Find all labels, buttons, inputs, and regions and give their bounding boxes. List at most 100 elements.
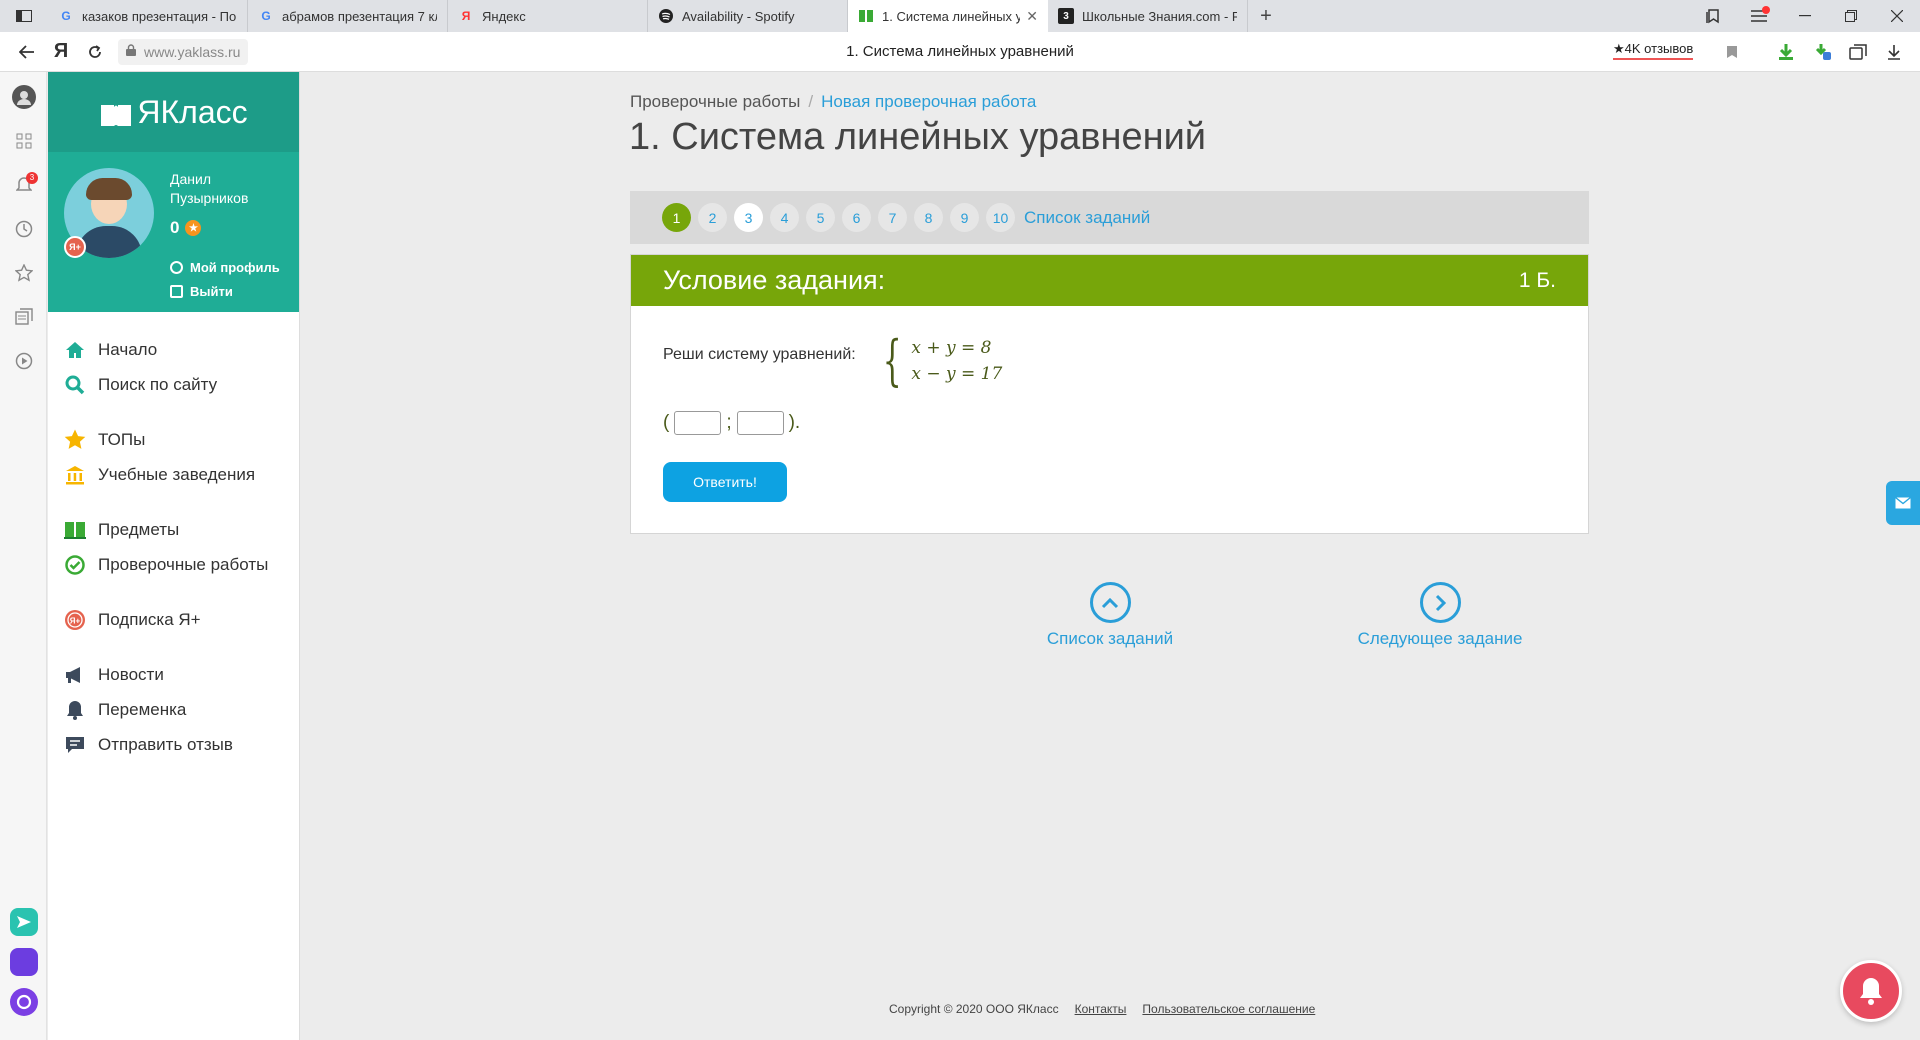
menu-item-feedback[interactable]: Отправить отзыв xyxy=(48,727,299,762)
page-number[interactable]: 2 xyxy=(698,203,727,232)
mail-feedback-icon[interactable] xyxy=(1886,481,1920,525)
answer-open-paren: ( xyxy=(663,412,670,433)
browser-tab[interactable]: G абрамов презентация 7 кл xyxy=(248,0,448,32)
alice-assistant-icon[interactable] xyxy=(9,988,38,1016)
menu-item-news[interactable]: Новости xyxy=(48,657,299,692)
browser-tab[interactable]: 3 Школьные Знания.com - Р xyxy=(1048,0,1248,32)
breadcrumb: Проверочные работы / Новая проверочная раб… xyxy=(630,92,1036,112)
address-bar: Я www.yaklass.ru 1. Система линейных ура… xyxy=(0,32,1920,72)
yandex-icon: Я xyxy=(461,9,471,23)
url-text: www.yaklass.ru xyxy=(144,43,241,60)
browser-tab[interactable]: Availability - Spotify xyxy=(648,0,848,32)
score-value: 0 xyxy=(170,218,180,237)
menu-item-label: ТОПы xyxy=(98,429,146,449)
task-header: Условие задания: 1 Б. xyxy=(631,255,1588,306)
logout-link[interactable]: Выйти xyxy=(170,284,233,299)
bookmark-page-icon[interactable] xyxy=(1714,32,1750,72)
yandex-logo-button[interactable]: Я xyxy=(44,32,78,72)
messenger-app-icon[interactable] xyxy=(9,908,38,936)
page-number[interactable]: 10 xyxy=(986,203,1015,232)
reload-icon[interactable] xyxy=(78,32,112,72)
submit-answer-button[interactable]: Ответить! xyxy=(663,462,787,502)
browser-tab[interactable]: Я Яндекс xyxy=(448,0,648,32)
video-play-icon[interactable] xyxy=(0,339,47,383)
bookmarks-icon[interactable] xyxy=(1690,0,1736,32)
close-tab-icon[interactable]: ✕ xyxy=(1026,8,1038,25)
lock-icon xyxy=(126,44,136,59)
saver-ext-icon[interactable] xyxy=(1804,32,1840,72)
menu-item-break[interactable]: Переменка xyxy=(48,692,299,727)
yplus-badge-icon: Я+ xyxy=(64,236,86,258)
browser-tab-active[interactable]: 1. Система линейных ур ✕ xyxy=(848,0,1048,32)
breadcrumb-separator: / xyxy=(808,92,814,111)
user-block: Я+ Данил Пузырников 0 ★ Мой профиль Выйт… xyxy=(48,152,299,312)
menu-item-tests[interactable]: Проверочные работы xyxy=(48,547,299,582)
page-number[interactable]: 6 xyxy=(842,203,871,232)
task-list-link[interactable]: Список заданий xyxy=(1024,208,1150,228)
menu-item-schools[interactable]: Учебные заведения xyxy=(48,457,299,492)
profile-link-label: Мой профиль xyxy=(190,260,280,275)
contacts-link[interactable]: Контакты xyxy=(1075,1002,1127,1016)
menu-icon[interactable] xyxy=(1736,0,1782,32)
answer-close-paren: ). xyxy=(788,412,801,433)
chevron-right-icon xyxy=(1419,582,1461,623)
site-sidebar: ЯКласс Я+ Данил Пузырников 0 ★ Мой профи… xyxy=(48,72,300,1040)
task-pager: 1 2 3 4 5 6 7 8 9 10 Список заданий xyxy=(630,191,1589,244)
music-app-icon[interactable] xyxy=(9,948,38,976)
downloads-icon[interactable] xyxy=(1876,32,1912,72)
notification-bell-button[interactable] xyxy=(1840,960,1902,1022)
collections-icon[interactable] xyxy=(1840,32,1876,72)
notification-count-badge: 3 xyxy=(26,172,38,184)
page-title: 1. Система линейных уравнений xyxy=(629,116,1207,158)
zen-feed-icon[interactable] xyxy=(0,295,47,339)
favorites-star-icon[interactable] xyxy=(0,251,47,295)
new-tab-button[interactable]: + xyxy=(1248,0,1284,32)
breadcrumb-current[interactable]: Новая проверочная работа xyxy=(821,92,1036,111)
close-window-icon[interactable] xyxy=(1874,0,1920,32)
page-number[interactable]: 5 xyxy=(806,203,835,232)
bell-icon xyxy=(64,699,86,721)
site-logo[interactable]: ЯКласс xyxy=(48,72,299,152)
reviews-link[interactable]: ★4K отзывов xyxy=(1613,41,1694,60)
menu-item-subscription[interactable]: Я+ Подписка Я+ xyxy=(48,602,299,637)
menu-item-search[interactable]: Поиск по сайту xyxy=(48,367,299,402)
profile-icon xyxy=(170,261,183,274)
minimize-icon[interactable] xyxy=(1782,0,1828,32)
task-list-nav[interactable]: Список заданий xyxy=(1040,582,1180,649)
profile-link[interactable]: Мой профиль xyxy=(170,260,280,275)
google-icon: G xyxy=(261,9,271,23)
download-ext-icon[interactable] xyxy=(1768,32,1804,72)
answer-x-input[interactable] xyxy=(674,411,722,435)
school-icon xyxy=(64,464,86,486)
next-task-nav[interactable]: Следующее задание xyxy=(1355,582,1525,649)
equation-2: x − y = 17 xyxy=(911,364,1003,384)
breadcrumb-parent[interactable]: Проверочные работы xyxy=(630,92,800,111)
restore-icon[interactable] xyxy=(1828,0,1874,32)
url-field[interactable]: www.yaklass.ru xyxy=(118,38,249,65)
check-circle-icon xyxy=(64,554,86,576)
page-number[interactable]: 8 xyxy=(914,203,943,232)
page-number[interactable]: 4 xyxy=(770,203,799,232)
page-number[interactable]: 3 xyxy=(734,203,763,232)
megaphone-icon xyxy=(64,664,86,686)
profile-avatar-icon[interactable] xyxy=(0,75,47,119)
back-arrow-icon[interactable] xyxy=(10,32,44,72)
menu-item-label: Отправить отзыв xyxy=(98,734,233,754)
menu-item-tops[interactable]: ТОПы xyxy=(48,422,299,457)
sidebar-toggle-icon[interactable] xyxy=(0,0,48,32)
chevron-up-icon xyxy=(1089,582,1131,623)
menu-item-label: Поиск по сайту xyxy=(98,374,218,394)
user-name: Данил Пузырников xyxy=(170,171,249,206)
history-clock-icon[interactable] xyxy=(0,207,47,251)
browser-tab[interactable]: G казаков презентация - По xyxy=(48,0,248,32)
search-icon xyxy=(64,374,86,396)
menu-item-subjects[interactable]: Предметы xyxy=(48,512,299,547)
page-number[interactable]: 9 xyxy=(950,203,979,232)
agreement-link[interactable]: Пользовательское соглашение xyxy=(1142,1002,1315,1016)
menu-item-home[interactable]: Начало xyxy=(48,332,299,367)
apps-grid-icon[interactable] xyxy=(0,119,47,163)
notifications-bell-icon[interactable]: 3 xyxy=(0,163,47,207)
page-number-current[interactable]: 1 xyxy=(662,203,691,232)
page-number[interactable]: 7 xyxy=(878,203,907,232)
answer-y-input[interactable] xyxy=(736,411,784,435)
